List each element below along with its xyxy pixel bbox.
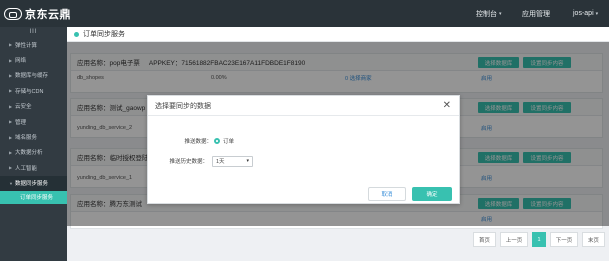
- sidebar-item-compute[interactable]: ▶ 弹性计算: [0, 37, 67, 52]
- order-option-label: 订单: [223, 139, 235, 145]
- user-label: jos-api: [573, 10, 594, 17]
- sidebar-item-label: 管理: [15, 119, 27, 126]
- select-sync-data-dialog: 选择要同步的数据 ✕ 推送数据： 订单 推送历史数据： 1天 ▾ 取消 确定: [147, 95, 460, 204]
- history-data-row: 推送历史数据： 1天 ▾: [148, 155, 461, 167]
- dialog-title: 选择要同步的数据: [155, 102, 211, 110]
- cloud-logo-icon: [4, 8, 22, 20]
- page-title: 订单同步服务: [83, 31, 125, 38]
- history-data-label: 推送历史数据：: [169, 159, 208, 165]
- user-menu[interactable]: jos-api ▾: [573, 0, 598, 27]
- chevron-down-icon: ▾: [246, 158, 249, 164]
- sidebar-item-security[interactable]: ▶ 云安全: [0, 99, 67, 114]
- pager-next-button[interactable]: 下一页: [550, 232, 578, 247]
- confirm-button[interactable]: 确定: [412, 187, 452, 201]
- sidebar: III ▶ 弹性计算 ▶ 网络 ▶ 数据库与缓存 ▶ 存储与CDN ▶ 云安全 ▶ 管理 ▶…: [0, 27, 67, 261]
- page-header: 订单同步服务: [67, 27, 609, 42]
- sidebar-item-label: 存储与CDN: [15, 88, 44, 95]
- radio-selected-icon: [214, 138, 220, 144]
- sidebar-item-label: 域名服务: [15, 135, 38, 142]
- console-menu[interactable]: 控制台 ▾: [476, 0, 502, 27]
- sidebar-item-data-sync[interactable]: ▼ 数据同步服务: [0, 175, 67, 191]
- push-data-label: 推送数据：: [184, 139, 212, 145]
- push-data-row: 推送数据： 订单: [148, 136, 461, 146]
- sidebar-item-label: 弹性计算: [15, 42, 38, 49]
- sidebar-toggle-icon[interactable]: III: [0, 27, 67, 37]
- sidebar-item-label: 大数据分析: [15, 150, 43, 157]
- sidebar-item-label: 人工智能: [15, 165, 38, 172]
- sidebar-item-storage[interactable]: ▶ 存储与CDN: [0, 83, 67, 98]
- sidebar-item-label: 数据库与缓存: [15, 73, 49, 80]
- pager-current-page[interactable]: 1: [532, 232, 546, 247]
- cancel-button[interactable]: 取消: [368, 187, 406, 201]
- pager-last-button[interactable]: 末页: [582, 232, 605, 247]
- title-dot-icon: [74, 31, 79, 37]
- chevron-down-icon: ▾: [499, 10, 502, 17]
- app-management-label: 应用管理: [522, 10, 550, 18]
- chevron-down-icon: ▾: [595, 10, 599, 17]
- sidebar-item-bigdata[interactable]: ▶ 大数据分析: [0, 145, 67, 160]
- close-icon[interactable]: ✕: [443, 100, 451, 111]
- pager-prev-button[interactable]: 上一页: [500, 232, 528, 247]
- top-bar: 京东云鼎 控制台 ▾ 应用管理 jos-api ▾: [0, 0, 609, 27]
- sidebar-item-ai[interactable]: ▶ 人工智能: [0, 160, 67, 175]
- order-radio-option[interactable]: 订单: [214, 137, 234, 145]
- logo-text: 京东云鼎: [25, 9, 71, 21]
- app-management-link[interactable]: 应用管理: [522, 0, 550, 27]
- history-days-value: 1天: [216, 159, 225, 165]
- history-days-select[interactable]: 1天 ▾: [212, 155, 253, 167]
- logo[interactable]: 京东云鼎: [4, 7, 71, 21]
- pager-first-button[interactable]: 首页: [473, 232, 496, 247]
- sidebar-item-label: 网络: [15, 58, 27, 65]
- sidebar-item-database[interactable]: ▶ 数据库与缓存: [0, 68, 67, 83]
- dialog-header: 选择要同步的数据 ✕: [148, 96, 459, 116]
- sidebar-item-label: 数据同步服务: [15, 181, 49, 188]
- sidebar-item-management[interactable]: ▶ 管理: [0, 114, 67, 129]
- sidebar-item-label: 云安全: [15, 104, 32, 111]
- sidebar-item-domain[interactable]: ▶ 域名服务: [0, 129, 67, 144]
- sidebar-subitem-order-sync[interactable]: 订单同步服务: [0, 190, 67, 204]
- console-label: 控制台: [476, 10, 497, 18]
- sidebar-item-network[interactable]: ▶ 网络: [0, 52, 67, 67]
